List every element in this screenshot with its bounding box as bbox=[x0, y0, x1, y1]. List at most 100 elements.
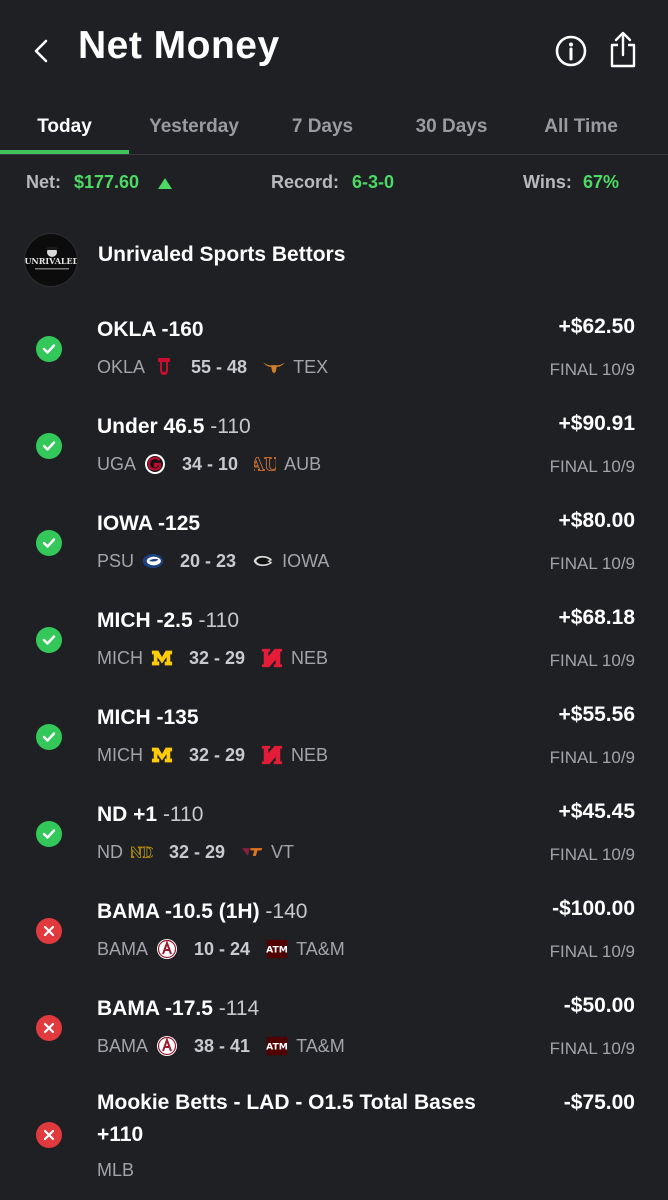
wins-label: Wins: bbox=[523, 172, 572, 192]
game-status: FINAL 10/9 bbox=[549, 1039, 635, 1058]
bet-amount: -$75.00 bbox=[563, 1091, 635, 1114]
bet-amount: +$62.50 bbox=[558, 315, 636, 338]
wins-value: 67% bbox=[583, 172, 620, 192]
michigan-logo bbox=[151, 647, 173, 669]
tab-30-days[interactable]: 30 Days bbox=[386, 100, 517, 154]
iowa-logo bbox=[252, 550, 274, 572]
share-button[interactable] bbox=[606, 30, 640, 70]
bet-row-mookie-betts[interactable]: Mookie Betts - LAD - O1.5 Total Bases +1… bbox=[0, 1085, 668, 1200]
svg-text:ATM: ATM bbox=[266, 1042, 288, 1053]
virginia-tech-logo bbox=[241, 841, 263, 863]
bet-odds: +110 bbox=[97, 1123, 144, 1146]
michigan-logo bbox=[151, 744, 173, 766]
loss-status-icon bbox=[36, 918, 62, 944]
tab-7-days[interactable]: 7 Days bbox=[259, 100, 386, 154]
bet-row[interactable]: IOWA -125 PSU 20 - 23 IOWA +$80.00 FINAL 10/9 bbox=[0, 492, 668, 589]
net-label: Net: bbox=[26, 172, 61, 192]
bet-row[interactable]: OKLA -160 OKLA 55 - 48 TEX +$62.50 FINAL 10/9 bbox=[0, 298, 668, 395]
bet-pick-text: Under 46.5 bbox=[97, 415, 205, 438]
bet-matchup: MICH 32 - 29 NEB bbox=[97, 647, 328, 669]
game-score: 20 - 23 bbox=[180, 550, 237, 571]
bet-pick: Mookie Betts - LAD - O1.5 Total Bases bbox=[97, 1091, 476, 1114]
texas-logo bbox=[263, 356, 286, 378]
win-status-icon bbox=[36, 627, 62, 653]
check-icon bbox=[42, 829, 56, 839]
game-status: FINAL 10/9 bbox=[549, 360, 635, 379]
bet-matchup: BAMA 10 - 24 ATM TA&M bbox=[97, 938, 345, 960]
game-score: 32 - 29 bbox=[189, 744, 246, 765]
bet-odds: -110 bbox=[192, 609, 239, 632]
group-name: Unrivaled Sports Bettors bbox=[98, 243, 346, 266]
check-icon bbox=[42, 538, 56, 548]
unrivaled-logo-icon: UNRIVALED bbox=[25, 247, 78, 270]
active-tab-indicator bbox=[0, 150, 129, 154]
team1-abbr: MICH bbox=[97, 744, 143, 765]
bet-row[interactable]: BAMA -17.5 -114 BAMA 38 - 41 ATM TA&M -$50.00… bbox=[0, 977, 668, 1074]
bet-row[interactable]: ND +1 -110 ND ND 32 - 29 VT +$45.45 FINAL 10/9 bbox=[0, 783, 668, 880]
bet-pick: ND +1 -110 bbox=[97, 803, 203, 827]
team2-abbr: TA&M bbox=[296, 938, 345, 959]
check-icon bbox=[42, 344, 56, 354]
alabama-logo bbox=[156, 1035, 178, 1057]
tab-today[interactable]: Today bbox=[0, 100, 129, 154]
auburn-logo: AU bbox=[254, 453, 276, 475]
page-title: Net Money bbox=[78, 24, 280, 67]
bet-amount: +$90.91 bbox=[558, 412, 636, 435]
game-score: 32 - 29 bbox=[189, 647, 246, 668]
nebraska-logo bbox=[261, 744, 283, 766]
x-icon bbox=[43, 1022, 55, 1034]
group-header[interactable]: UNRIVALED Unrivaled Sports Bettors bbox=[24, 233, 624, 287]
oklahoma-logo bbox=[153, 356, 175, 378]
bet-amount: +$80.00 bbox=[558, 509, 636, 532]
tab-all-time[interactable]: All Time bbox=[517, 100, 645, 154]
check-icon bbox=[42, 732, 56, 742]
game-status: FINAL 10/9 bbox=[549, 942, 635, 961]
tab-yesterday[interactable]: Yesterday bbox=[129, 100, 259, 154]
game-status: FINAL 10/9 bbox=[549, 554, 635, 573]
header: Net Money bbox=[0, 0, 668, 100]
win-status-icon bbox=[36, 821, 62, 847]
loss-status-icon bbox=[36, 1122, 62, 1148]
bet-row[interactable]: MICH -135 MICH 32 - 29 NEB +$55.56 FINAL 10/9 bbox=[0, 686, 668, 783]
x-icon bbox=[43, 1129, 55, 1141]
team1-abbr: BAMA bbox=[97, 938, 149, 959]
game-score: 55 - 48 bbox=[191, 356, 248, 377]
team1-abbr: BAMA bbox=[97, 1035, 149, 1056]
bet-amount: +$68.18 bbox=[558, 606, 636, 629]
info-button[interactable] bbox=[553, 33, 589, 69]
record-value: 6-3-0 bbox=[352, 172, 395, 192]
texas-am-logo: ATM bbox=[266, 938, 288, 960]
bet-row[interactable]: BAMA -10.5 (1H) -140 BAMA 10 - 24 ATM TA&M -$… bbox=[0, 880, 668, 977]
check-icon bbox=[42, 635, 56, 645]
win-status-icon bbox=[36, 336, 62, 362]
bet-pick: OKLA -160 bbox=[97, 318, 204, 342]
share-icon bbox=[610, 31, 636, 68]
bet-pick: MICH -2.5 -110 bbox=[97, 609, 239, 633]
bet-matchup: BAMA 38 - 41 ATM TA&M bbox=[97, 1035, 345, 1057]
svg-text:AU: AU bbox=[254, 455, 276, 475]
avatar-text: UNRIVALED bbox=[25, 256, 78, 266]
svg-text:ATM: ATM bbox=[266, 945, 288, 956]
nebraska-logo bbox=[261, 647, 283, 669]
game-score: 34 - 10 bbox=[182, 453, 239, 474]
bet-pick: Under 46.5 -110 bbox=[97, 415, 251, 439]
win-status-icon bbox=[36, 530, 62, 556]
bet-pick: BAMA -17.5 -114 bbox=[97, 997, 259, 1021]
x-icon bbox=[43, 925, 55, 937]
svg-text:ND: ND bbox=[131, 846, 153, 862]
back-button[interactable] bbox=[26, 34, 56, 68]
bet-row[interactable]: Under 46.5 -110 UGA 34 - 10 AU AUB +$90.91 FIN… bbox=[0, 395, 668, 492]
team1-abbr: MICH bbox=[97, 647, 143, 668]
bet-matchup: UGA 34 - 10 AU AUB bbox=[97, 453, 321, 476]
notre-dame-logo: ND bbox=[131, 841, 153, 863]
bet-odds: -110 bbox=[157, 803, 204, 826]
bet-amount: -$50.00 bbox=[563, 994, 635, 1017]
team2-abbr: IOWA bbox=[282, 550, 330, 571]
bet-league: MLB bbox=[97, 1160, 135, 1180]
bet-amount: +$45.45 bbox=[558, 800, 636, 823]
win-status-icon bbox=[36, 724, 62, 750]
win-status-icon bbox=[36, 433, 62, 459]
bet-odds: -140 bbox=[259, 900, 308, 923]
bet-matchup: PSU 20 - 23 IOWA bbox=[97, 550, 329, 572]
bet-row[interactable]: MICH -2.5 -110 MICH 32 - 29 NEB +$68.18 FINAL… bbox=[0, 589, 668, 686]
